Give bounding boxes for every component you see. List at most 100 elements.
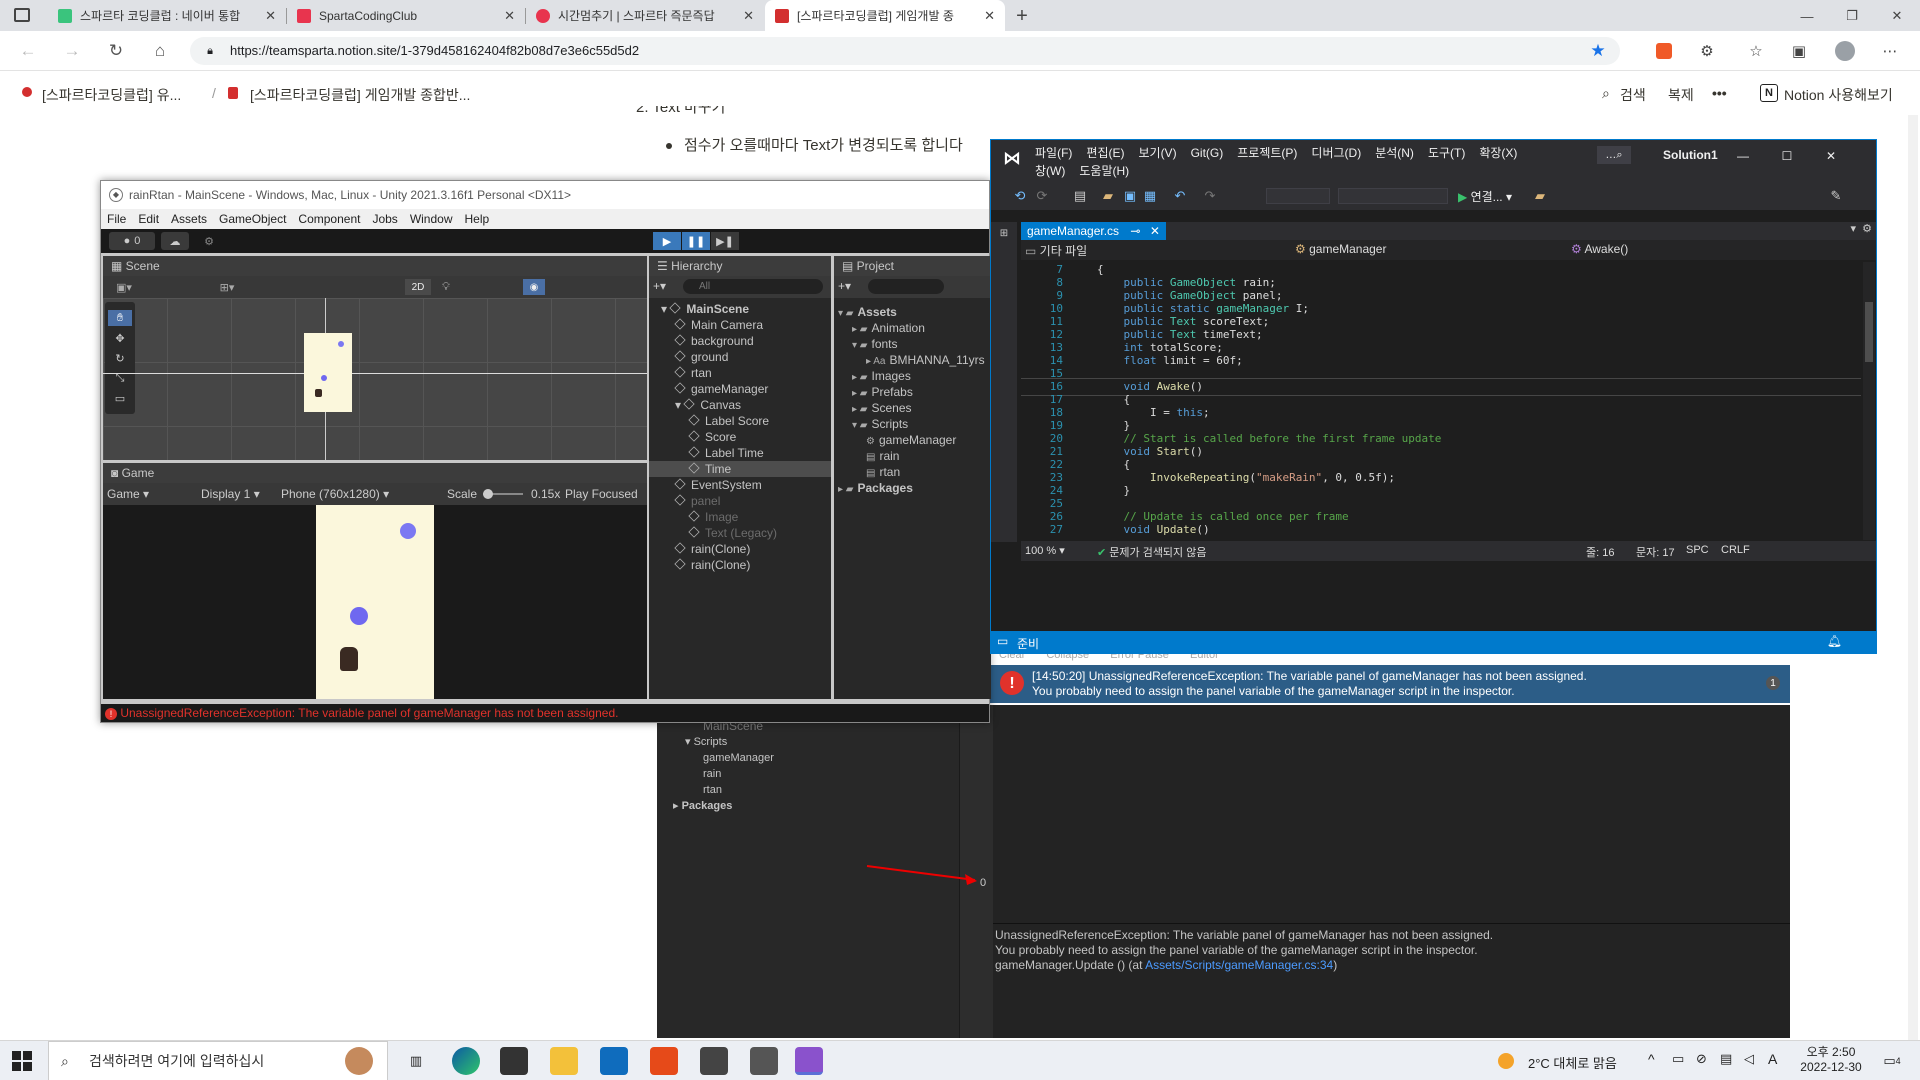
hierarchy-item[interactable]: Score — [649, 429, 831, 445]
pause-button[interactable]: ❚❚ — [682, 232, 710, 250]
config-dropdown[interactable] — [1266, 188, 1330, 204]
tab-overflow-icon[interactable]: ▾ — [1850, 222, 1856, 235]
favorites-icon[interactable]: ☆ — [1744, 39, 1768, 63]
more-options-icon[interactable]: ⋯ — [1878, 39, 1902, 63]
taskbar-search-input[interactable]: ⌕ 검색하려면 여기에 입력하십시 — [48, 1041, 388, 1080]
vs-menu-item[interactable]: 보기(V) — [1138, 146, 1176, 160]
menu-edit[interactable]: Edit — [132, 209, 165, 229]
scale-slider[interactable] — [483, 489, 523, 499]
office-icon[interactable] — [650, 1047, 678, 1075]
project-item[interactable]: ▾ ▰ Scripts — [834, 416, 991, 432]
hierarchy-item[interactable]: ▾ Canvas — [649, 397, 831, 413]
game-viewport[interactable] — [103, 505, 647, 699]
extension-badge-icon[interactable] — [1652, 39, 1676, 63]
file-tab-gamemanager[interactable]: gameManager.cs ⊸ ✕ — [1021, 222, 1166, 240]
connect-button[interactable]: ▶ 연결... ▾ — [1458, 188, 1512, 205]
hierarchy-item[interactable]: rain(Clone) — [649, 557, 831, 573]
hierarchy-item[interactable]: EventSystem — [649, 477, 831, 493]
unity-editor-icon[interactable] — [750, 1047, 778, 1075]
scene-tools-icon[interactable]: ▣▾ — [111, 279, 137, 295]
menu-window[interactable]: Window — [404, 209, 459, 229]
browser-tab-3[interactable]: 시간멈추기 | 스파르타 즉문즉답 ✕ — [526, 0, 764, 31]
unity-hub-icon[interactable] — [700, 1047, 728, 1075]
edge-browser-icon[interactable] — [452, 1047, 480, 1075]
code-editor[interactable]: 7{8 public GameObject rain; 9 public Game… — [1021, 262, 1861, 540]
project-item[interactable]: ▾ ▰ Assets — [834, 304, 991, 320]
menu-file[interactable]: File — [101, 209, 132, 229]
project-item[interactable]: ▸ ▰ Packages — [834, 480, 991, 496]
forward-nav-icon[interactable]: ⟳ — [1033, 187, 1051, 205]
notifications-bell-icon[interactable]: 🔔︎ — [1827, 634, 1842, 648]
notion-scrollbar[interactable] — [1908, 115, 1918, 1040]
try-notion-button[interactable]: Notion 사용해보기 — [1784, 85, 1893, 105]
hand-tool-icon[interactable]: ✋︎ — [108, 310, 132, 326]
project-item[interactable]: ▸ Aa BMHANNA_11yrs — [834, 352, 991, 368]
more-options-icon[interactable]: ••• — [1712, 85, 1727, 101]
menu-assets[interactable]: Assets — [165, 209, 213, 229]
hierarchy-item[interactable]: Image — [649, 509, 831, 525]
vs-menu-item[interactable]: Git(G) — [1191, 146, 1224, 160]
tree-item[interactable]: gameManager — [667, 750, 774, 766]
hierarchy-item[interactable]: rtan — [649, 365, 831, 381]
platform-dropdown[interactable] — [1338, 188, 1448, 204]
create-asset-button[interactable]: +▾ — [838, 279, 851, 293]
display-dropdown[interactable]: Display 1 ▾ — [201, 487, 260, 501]
hierarchy-item[interactable]: Main Camera — [649, 317, 831, 333]
hierarchy-item[interactable]: Label Time — [649, 445, 831, 461]
hierarchy-item[interactable]: ground — [649, 349, 831, 365]
close-window-icon[interactable]: ✕ — [1885, 4, 1909, 28]
gizmos-icon[interactable]: ◉ — [523, 279, 545, 295]
new-tab-icon[interactable]: + — [1010, 4, 1034, 28]
issues-indicator[interactable]: ✔ 문제가 검색되지 않음 — [1097, 544, 1206, 560]
code-line[interactable]: 27 void Update() — [1021, 522, 1861, 538]
hierarchy-item[interactable]: rain(Clone) — [649, 541, 831, 557]
browser-tab-4[interactable]: [스파르타코딩클럽] 게임개발 종 ✕ — [765, 0, 1005, 31]
browser-tab-2[interactable]: SpartaCodingClub ✕ — [287, 0, 525, 31]
resolution-dropdown[interactable]: Phone (760x1280) ▾ — [281, 487, 389, 501]
back-nav-icon[interactable]: ⟲ — [1011, 187, 1029, 205]
vs-side-strip[interactable]: ⊞ — [991, 222, 1017, 542]
open-folder-icon[interactable]: ▰ — [1099, 187, 1117, 205]
project-item[interactable]: ▸ ▰ Animation — [834, 320, 991, 336]
account-button[interactable]: ● 0 — [109, 232, 155, 250]
project-scope-dropdown[interactable]: ▭ 기타 파일 — [1025, 242, 1249, 259]
save-icon[interactable]: ▣ — [1121, 187, 1139, 205]
menu-jobs[interactable]: Jobs — [366, 209, 403, 229]
vs-menu-item[interactable]: 편집(E) — [1086, 146, 1124, 160]
game-view-dropdown[interactable]: Game ▾ — [107, 487, 149, 501]
back-icon[interactable]: ← — [16, 39, 40, 63]
project-tab[interactable]: ▤ Project — [834, 256, 991, 276]
minimize-icon[interactable]: — — [1795, 4, 1819, 28]
forward-icon[interactable]: → — [60, 39, 84, 63]
scene-tab[interactable]: ▦ Scene — [103, 256, 647, 276]
vs-menu-item[interactable]: 파일(F) — [1035, 146, 1072, 160]
vs-menu-item[interactable]: 도움말(H) — [1079, 164, 1129, 178]
pin-icon[interactable]: ⊸ — [1130, 224, 1140, 238]
play-focused-dropdown[interactable]: Play Focused — [565, 487, 638, 501]
task-view-icon[interactable]: ▥ — [402, 1047, 430, 1075]
console-divider[interactable] — [993, 923, 1790, 924]
vs-menu-item[interactable]: 디버그(D) — [1311, 146, 1361, 160]
tab-actions-icon[interactable] — [14, 8, 30, 22]
project-item[interactable]: ▤ rtan — [834, 464, 991, 480]
new-item-icon[interactable]: ▤ — [1071, 187, 1089, 205]
close-tab-icon[interactable]: ✕ — [504, 8, 515, 24]
menu-gameobject[interactable]: GameObject — [213, 209, 292, 229]
project-search-input[interactable] — [868, 279, 944, 294]
breadcrumb-parent[interactable]: [스파르타코딩클럽] 유... — [42, 85, 181, 105]
file-explorer-icon[interactable] — [550, 1047, 578, 1075]
lighting-icon[interactable]: 💡︎ — [437, 279, 455, 295]
menu-component[interactable]: Component — [292, 209, 366, 229]
project-item[interactable]: ▸ ▰ Prefabs — [834, 384, 991, 400]
hierarchy-search-input[interactable]: All — [683, 279, 823, 294]
notification-center-icon[interactable]: ▭ 4 — [1880, 1050, 1904, 1072]
collections-icon[interactable]: ▣ — [1787, 39, 1811, 63]
search-icon[interactable]: ⌕ — [1602, 85, 1610, 102]
hierarchy-item[interactable]: background — [649, 333, 831, 349]
scene-viewport[interactable]: ✋︎ ✥ ↻ ⤡ ▭ — [103, 298, 647, 460]
tree-item[interactable]: ▸ Packages — [667, 798, 774, 814]
mail-icon[interactable] — [600, 1047, 628, 1075]
tree-item[interactable]: ▾ Scripts — [667, 734, 774, 750]
extensions-puzzle-icon[interactable]: ⚙ — [1695, 39, 1719, 63]
minimize-icon[interactable]: — — [1731, 146, 1755, 166]
